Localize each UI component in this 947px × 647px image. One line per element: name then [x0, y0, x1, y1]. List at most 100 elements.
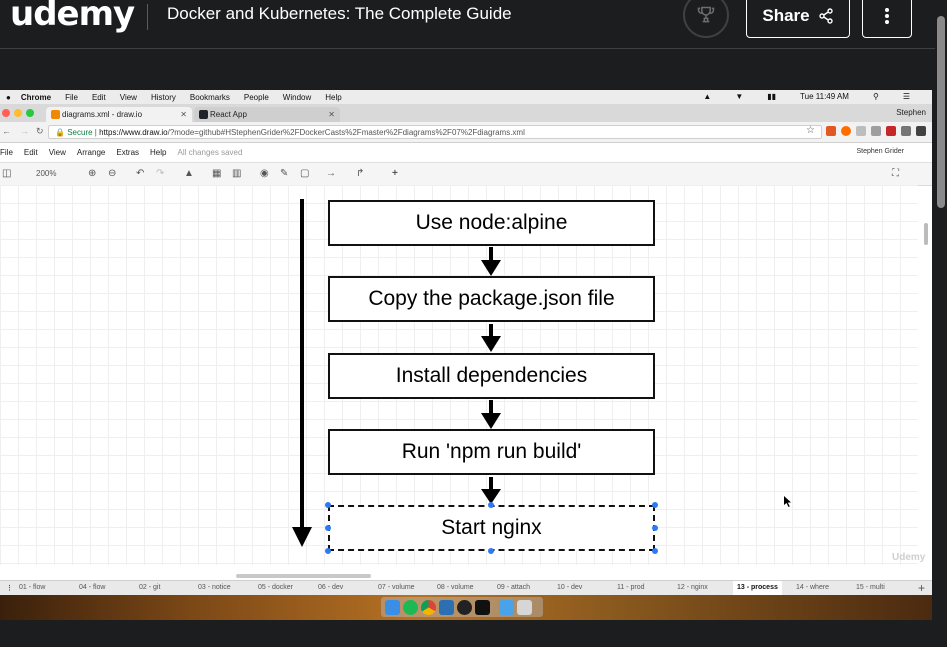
page-tab[interactable]: 01 - flow — [19, 584, 45, 591]
react-favicon-icon — [199, 110, 208, 119]
page-tab[interactable]: 08 - volume — [437, 584, 474, 591]
progress-trophy-button[interactable] — [683, 0, 729, 38]
insert-icon: + — [392, 168, 398, 179]
step-box-start-nginx[interactable]: Start nginx — [328, 505, 655, 551]
page-tab[interactable]: 06 - dev — [318, 584, 343, 591]
udemy-logo[interactable]: udemy — [10, 0, 135, 34]
page-tab[interactable]: 10 - dev — [557, 584, 582, 591]
chrome-icon — [421, 599, 436, 615]
drawio-menu-file: File — [0, 147, 13, 157]
wifi-icon: ▼ — [735, 92, 744, 101]
add-page-icon: + — [918, 581, 926, 595]
diagram-page-tabs: ⋮ 01 - flow 04 - flow 02 - git 03 - noti… — [0, 580, 932, 595]
tab-react-app: React App ✕ — [194, 107, 340, 122]
spotlight-icon: ⚲ — [872, 92, 879, 101]
redo-icon: ↷ — [156, 168, 165, 179]
mac-status-area: ▲ ▼ ▮▮ Tue 11:49 AM ⚲ ☰ — [703, 92, 924, 101]
back-icon: ← — [2, 126, 11, 136]
more-vertical-icon — [885, 8, 889, 24]
page-tab[interactable]: 11 - prod — [617, 584, 645, 591]
mac-menu-app: Chrome — [20, 92, 52, 102]
selection-handle[interactable] — [325, 502, 331, 508]
mac-menu-people: People — [243, 92, 269, 102]
docker-icon: ▲ — [703, 92, 712, 101]
tab-drawio: diagrams.xml - draw.io ✕ — [46, 107, 192, 122]
page-tab[interactable]: 07 - volume — [378, 584, 415, 591]
page-scrollbar-thumb[interactable] — [937, 16, 945, 208]
connector-arrow — [481, 477, 501, 504]
extension-icon — [901, 126, 911, 136]
drawio-menu-extras: Extras — [116, 147, 140, 157]
connection-icon: → — [326, 168, 336, 179]
tab-react-label: React App — [210, 110, 247, 119]
drawio-menu-help: Help — [150, 147, 167, 157]
zoom-level: 200% — [36, 169, 57, 178]
terminal-icon — [475, 599, 490, 615]
obs-icon — [457, 599, 472, 615]
page-tab[interactable]: 03 - notice — [198, 584, 231, 591]
step-box-copy-package[interactable]: Copy the package.json file — [328, 276, 655, 322]
trophy-icon — [697, 6, 715, 23]
selection-handle[interactable] — [652, 548, 658, 554]
url-host: https://www.draw.io — [99, 128, 168, 137]
trash-icon — [517, 599, 532, 615]
page-tab[interactable]: 09 - attach — [497, 584, 530, 591]
extension-icon — [826, 126, 836, 136]
zoom-out-icon: ⊖ — [108, 168, 117, 179]
fill-color-icon: ◉ — [260, 168, 269, 179]
to-front-icon: ▦ — [212, 168, 222, 179]
diagram-canvas: Use node:alpine Copy the package.json fi… — [0, 185, 918, 565]
selection-handle[interactable] — [325, 525, 331, 531]
canvas-horizontal-scrollbar[interactable] — [236, 574, 371, 578]
mac-menu-help: Help — [325, 92, 342, 102]
selection-handle[interactable] — [652, 502, 658, 508]
share-button[interactable]: Share — [746, 0, 850, 38]
step-box-install[interactable]: Install dependencies — [328, 353, 655, 399]
chrome-profile: Stephen — [896, 108, 926, 117]
page-tab[interactable]: 12 - nginx — [677, 584, 708, 591]
delete-icon: ▲ — [184, 168, 194, 179]
share-icon — [818, 8, 833, 24]
drawio-menu-view: View — [48, 147, 66, 157]
extension-icon — [841, 126, 851, 136]
mac-dock — [381, 597, 543, 617]
page-tab[interactable]: 15 - multi — [856, 584, 885, 591]
share-label: Share — [762, 6, 810, 25]
selection-handle[interactable] — [652, 525, 658, 531]
forward-icon: → — [20, 126, 29, 136]
selection-handle[interactable] — [488, 502, 494, 508]
connector-arrow — [481, 324, 501, 352]
drawio-menubar: File Edit View Arrange Extras Help All c… — [0, 143, 932, 161]
selection-handle[interactable] — [325, 548, 331, 554]
close-window-icon — [2, 109, 10, 117]
udemy-header: udemy Docker and Kubernetes: The Complet… — [0, 0, 947, 49]
more-options-button[interactable] — [862, 0, 912, 38]
drawio-menu-edit: Edit — [23, 147, 38, 157]
page-tab[interactable]: 05 - docker — [258, 584, 293, 591]
page-tab-active[interactable]: 13 - process — [733, 581, 782, 595]
page-tab[interactable]: 04 - flow — [79, 584, 105, 591]
tab-drawio-label: diagrams.xml - draw.io — [62, 110, 143, 119]
bookmark-star-icon: ☆ — [806, 125, 815, 136]
mac-desktop-background — [0, 595, 932, 620]
minimize-window-icon — [14, 109, 22, 117]
to-back-icon: ▥ — [232, 168, 242, 179]
spotify-icon — [403, 599, 418, 615]
secure-lock-icon: 🔒 — [55, 128, 65, 137]
step-box-build[interactable]: Run 'npm run build' — [328, 429, 655, 475]
step-box-base-image[interactable]: Use node:alpine — [328, 200, 655, 246]
undo-icon: ↶ — [136, 168, 145, 179]
drawio-toolbar: ◫ 200% ⊕ ⊖ ↶ ↷ ▲ ▦ ▥ ◉ ✎ ▢ → ↱ + ⛶ — [0, 162, 932, 186]
canvas-vertical-scrollbar[interactable] — [924, 223, 928, 245]
mac-menu-history: History — [150, 92, 176, 102]
secure-label: Secure — [67, 128, 93, 137]
selection-handle[interactable] — [488, 548, 494, 554]
page-tab[interactable]: 02 - git — [139, 584, 160, 591]
fullscreen-icon: ⛶ — [892, 168, 899, 179]
mac-clock: Tue 11:49 AM — [800, 92, 849, 101]
course-title[interactable]: Docker and Kubernetes: The Complete Guid… — [167, 4, 512, 24]
page-tab[interactable]: 14 - where — [796, 584, 829, 591]
save-status: All changes saved — [177, 147, 243, 157]
lecture-video[interactable]: ● Chrome File Edit View History Bookmark… — [0, 90, 932, 620]
format-panel-icon: ◫ — [2, 168, 12, 179]
